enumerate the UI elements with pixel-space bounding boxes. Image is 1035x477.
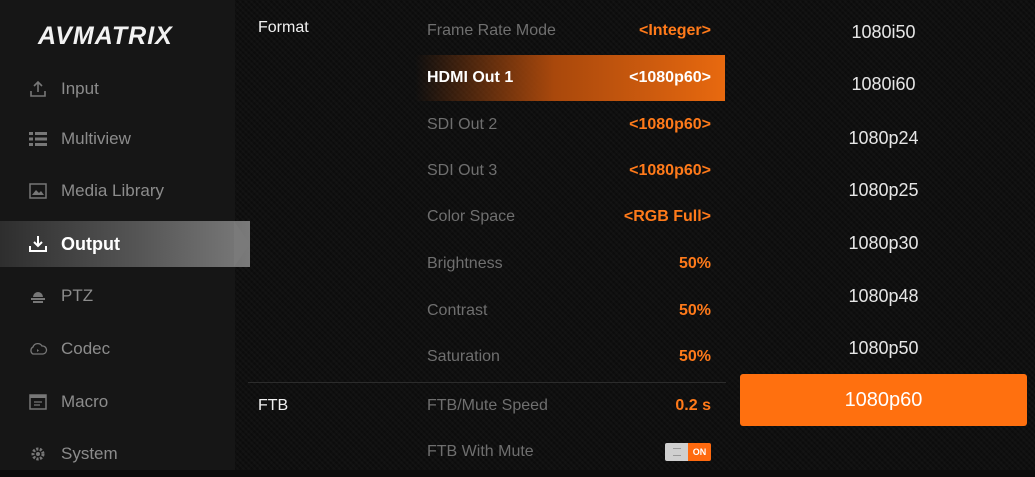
setting-ftb-mute-speed[interactable]: FTB/Mute Speed 0.2 s [415, 383, 725, 429]
list-icon [28, 129, 48, 149]
setting-value: 50% [678, 302, 711, 319]
sidebar-item-ptz[interactable]: PTZ [0, 273, 235, 319]
ftb-mute-toggle[interactable]: ON [665, 443, 711, 461]
section-ftb-label: FTB [258, 397, 289, 414]
sidebar-item-codec[interactable]: Codec [0, 326, 235, 372]
setting-name: FTB/Mute Speed [427, 397, 548, 414]
sidebar-item-label: System [61, 444, 118, 463]
setting-sdi-out-2[interactable]: SDI Out 2 <1080p60> [415, 102, 725, 148]
toggle-off-side [665, 443, 688, 461]
resolution-option-1080p50[interactable]: 1080p50 [740, 322, 1027, 374]
sidebar-item-label: Codec [61, 339, 111, 358]
brand-logo: AVMATRIX [38, 22, 173, 50]
sidebar-item-macro[interactable]: Macro [0, 379, 235, 425]
macro-icon [28, 392, 48, 412]
setting-name: SDI Out 2 [427, 116, 498, 133]
resolution-list: 1080i50 1080i60 1080p24 1080p25 1080p30 … [738, 0, 1035, 470]
sidebar-item-system[interactable]: System [0, 431, 235, 477]
setting-name: Contrast [427, 302, 488, 319]
setting-name: Brightness [427, 255, 503, 272]
setting-name: Saturation [427, 348, 500, 365]
resolution-option-1080p60[interactable]: 1080p60 [740, 374, 1027, 426]
setting-hdmi-out-1[interactable]: HDMI Out 1 <1080p60> [415, 55, 725, 101]
setting-name: FTB With Mute [427, 443, 534, 460]
sidebar-item-multiview[interactable]: Multiview [0, 116, 235, 162]
sidebar-item-label: Media Library [61, 181, 164, 200]
setting-brightness[interactable]: Brightness 50% [415, 241, 725, 287]
sidebar-item-label: Macro [61, 392, 109, 411]
resolution-option-1080p48[interactable]: 1080p48 [740, 270, 1027, 322]
setting-value: <RGB Full> [623, 208, 711, 225]
setting-value: 50% [678, 348, 711, 365]
sidebar-item-label: PTZ [61, 286, 94, 305]
setting-color-space[interactable]: Color Space <RGB Full> [415, 194, 725, 240]
setting-name: Color Space [427, 208, 516, 225]
download-icon [28, 234, 48, 254]
resolution-option-1080i60[interactable]: 1080i60 [740, 58, 1027, 110]
setting-value: <1080p60> [629, 162, 711, 179]
resolution-option-1080i50[interactable]: 1080i50 [740, 6, 1027, 58]
sidebar-active-arrow [234, 221, 250, 267]
ptz-camera-icon [28, 286, 48, 306]
setting-saturation[interactable]: Saturation 50% [415, 334, 725, 380]
sidebar: AVMATRIX Input Multiview Media Library O… [0, 0, 250, 470]
resolution-option-1080p24[interactable]: 1080p24 [740, 112, 1027, 164]
gear-icon [28, 444, 48, 464]
sidebar-item-media-library[interactable]: Media Library [0, 168, 235, 214]
setting-value: 50% [678, 255, 711, 272]
setting-ftb-with-mute[interactable]: FTB With Mute ON [415, 429, 725, 475]
toggle-on-label: ON [688, 443, 711, 461]
setting-value: <Integer> [638, 22, 711, 39]
sidebar-item-label: Input [61, 79, 99, 98]
sidebar-item-label: Output [61, 233, 120, 254]
setting-sdi-out-3[interactable]: SDI Out 3 <1080p60> [415, 148, 725, 194]
section-format-label: Format [258, 19, 309, 36]
resolution-option-1080p25[interactable]: 1080p25 [740, 164, 1027, 216]
sidebar-item-input[interactable]: Input [0, 66, 235, 112]
resolution-option-1080p30[interactable]: 1080p30 [740, 217, 1027, 269]
setting-value: <1080p60> [629, 116, 711, 133]
setting-name: Frame Rate Mode [427, 22, 556, 39]
image-icon [28, 181, 48, 201]
setting-contrast[interactable]: Contrast 50% [415, 288, 725, 334]
setting-name: HDMI Out 1 [427, 69, 514, 86]
upload-icon [28, 79, 48, 99]
setting-value: <1080p60> [629, 69, 711, 86]
cloud-icon [28, 339, 48, 359]
setting-value: 0.2 s [675, 397, 711, 414]
setting-name: SDI Out 3 [427, 162, 498, 179]
sidebar-item-output[interactable]: Output [0, 221, 235, 267]
setting-frame-rate-mode[interactable]: Frame Rate Mode <Integer> [415, 8, 725, 54]
sidebar-item-label: Multiview [61, 129, 131, 148]
